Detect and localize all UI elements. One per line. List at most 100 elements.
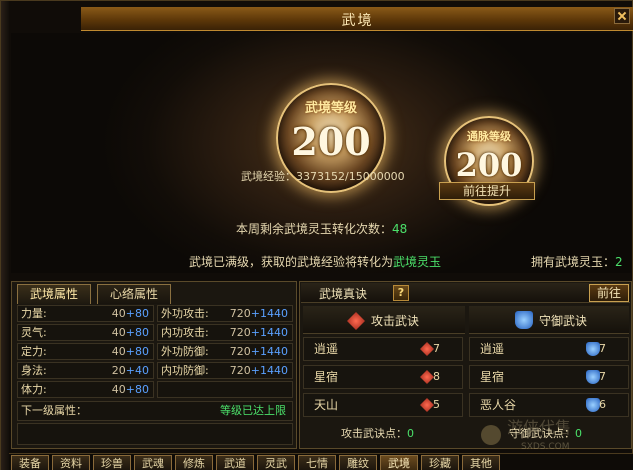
svg-text:SXDS.COM: SXDS.COM bbox=[521, 442, 570, 452]
skill-row-attack[interactable]: 逍遥 7 bbox=[303, 337, 463, 361]
bottom-tab[interactable]: 武道 bbox=[216, 455, 254, 470]
stat-value: 40+80 bbox=[111, 383, 149, 396]
weekly-convert-count: 48 bbox=[392, 222, 408, 236]
bottom-tab[interactable]: 珍藏 bbox=[421, 455, 459, 470]
attack-points-label: 攻击武诀点： bbox=[341, 427, 407, 440]
skill-level: 8 bbox=[433, 370, 440, 383]
stat-value: 720+1440 bbox=[229, 307, 288, 320]
next-level-row: 下一级属性： 等级已达上限 bbox=[17, 401, 293, 421]
stat-row: 外功攻击: 720+1440 bbox=[157, 305, 293, 322]
wujing-stage: 武境等级 200 通脉等级 200 武境经验：3373152/15000000 … bbox=[11, 33, 631, 273]
skill-name: 天山 bbox=[314, 398, 339, 412]
bottom-tab[interactable]: 资料 bbox=[52, 455, 90, 470]
game-window: ? 武境 ? 武境等级 200 通脉等级 200 武境经验：3373152/15… bbox=[0, 0, 633, 470]
meridian-value: 200 bbox=[455, 146, 523, 184]
bottom-tab[interactable]: 珍兽 bbox=[93, 455, 131, 470]
stat-row: 外功防御: 720+1440 bbox=[157, 343, 293, 360]
max-level-text: 武境已满级，获取的武境经验将转化为 bbox=[189, 255, 394, 269]
stat-label: 外功防御: bbox=[161, 345, 209, 358]
skill-level: 7 bbox=[599, 370, 606, 383]
tab-xinluo-attr[interactable]: 心络属性 bbox=[97, 284, 171, 304]
defense-skill-icon bbox=[586, 370, 600, 384]
goto-upgrade-button[interactable]: 前往提升 bbox=[439, 182, 535, 200]
stat-label: 力量: bbox=[21, 307, 47, 320]
stat-value: 40+80 bbox=[111, 307, 149, 320]
skill-level: 5 bbox=[433, 398, 440, 411]
stat-label: 内功攻击: bbox=[161, 326, 209, 339]
bottom-tab[interactable]: 七情 bbox=[298, 455, 336, 470]
bottom-tab[interactable]: 雕纹 bbox=[339, 455, 377, 470]
window-title: 武境 bbox=[341, 13, 374, 29]
exp-label: 武境经验： bbox=[241, 170, 296, 183]
defense-section-header: 守御武诀 bbox=[469, 306, 629, 334]
defense-skill-icon bbox=[586, 398, 600, 412]
skill-row-attack[interactable]: 星宿 8 bbox=[303, 365, 463, 389]
defense-skill-icon bbox=[586, 342, 600, 356]
bottom-tab[interactable]: 武境 bbox=[380, 455, 418, 470]
bottom-tab[interactable]: 武魂 bbox=[134, 455, 172, 470]
stat-label: 体力: bbox=[21, 383, 47, 396]
stat-row: 内功攻击: 720+1440 bbox=[157, 324, 293, 341]
stat-label: 灵气: bbox=[21, 326, 47, 339]
exp-text: 武境经验：3373152/15000000 bbox=[241, 168, 405, 184]
level-label: 武境等级 bbox=[304, 101, 357, 116]
max-level-line: 武境已满级，获取的武境经验将转化为武境灵玉 bbox=[189, 253, 441, 270]
skill-panel-header: 武境真诀 bbox=[301, 283, 630, 303]
skill-name: 星宿 bbox=[314, 370, 339, 384]
stat-value: 720+1440 bbox=[229, 326, 288, 339]
skill-row-defense[interactable]: 逍遥 7 bbox=[469, 337, 629, 361]
stat-label: 定力: bbox=[21, 345, 47, 358]
stat-row: 身法: 20+40 bbox=[17, 362, 154, 379]
close-button[interactable] bbox=[614, 8, 630, 24]
attack-skill-icon bbox=[420, 370, 434, 384]
weekly-convert-line: 本周剩余武境灵玉转化次数：48 bbox=[236, 220, 407, 237]
stat-label: 外功攻击: bbox=[161, 307, 209, 320]
meridian-label: 通脉等级 bbox=[467, 130, 511, 143]
attack-skill-icon bbox=[420, 342, 434, 356]
stat-label: 身法: bbox=[21, 364, 47, 377]
defense-emblem-icon bbox=[515, 311, 533, 329]
stat-value: 20+40 bbox=[111, 364, 149, 377]
attack-points-value: 0 bbox=[407, 427, 414, 440]
skill-level: 7 bbox=[599, 342, 606, 355]
skill-name: 逍遥 bbox=[480, 342, 505, 356]
bottom-tab[interactable]: 灵武 bbox=[257, 455, 295, 470]
attack-points: 攻击武诀点：0 bbox=[341, 425, 414, 441]
attack-skill-icon bbox=[420, 398, 434, 412]
title-bar[interactable]: 武境 bbox=[81, 7, 633, 31]
left-border bbox=[1, 1, 9, 470]
bottom-tab[interactable]: 其他 bbox=[462, 455, 500, 470]
skill-name: 逍遥 bbox=[314, 342, 339, 356]
stat-value: 40+80 bbox=[111, 345, 149, 358]
stat-value: 720+1440 bbox=[229, 345, 288, 358]
stat-row-empty bbox=[157, 381, 293, 398]
attack-emblem-icon bbox=[347, 312, 365, 330]
bottom-tab[interactable]: 装备 bbox=[11, 455, 49, 470]
next-level-label: 下一级属性： bbox=[21, 404, 87, 417]
bottom-tab-bar: 装备 资料 珍兽 武魂 修炼 武道 灵武 七情 雕纹 武境 珍藏 其他 bbox=[9, 453, 633, 470]
tab-wujing-attr[interactable]: 武境属性 bbox=[17, 284, 91, 304]
stat-row: 灵气: 40+80 bbox=[17, 324, 154, 341]
skill-name: 星宿 bbox=[480, 370, 505, 384]
watermark-logo: 游侠代售 SXDS.COM bbox=[481, 418, 571, 452]
stat-row: 内功防御: 720+1440 bbox=[157, 362, 293, 379]
skill-panel-title: 武境真诀 bbox=[319, 287, 368, 301]
stat-value: 720+1440 bbox=[229, 364, 288, 377]
stat-row: 力量: 40+80 bbox=[17, 305, 154, 322]
skill-row-defense[interactable]: 星宿 7 bbox=[469, 365, 629, 389]
stat-row: 体力: 40+80 bbox=[17, 381, 154, 398]
defense-section-title: 守御武诀 bbox=[539, 314, 588, 328]
weekly-convert-label: 本周剩余武境灵玉转化次数： bbox=[236, 222, 393, 236]
exp-value: 3373152/15000000 bbox=[296, 170, 405, 183]
skill-goto-button[interactable]: 前往 bbox=[589, 284, 629, 302]
skill-level: 7 bbox=[433, 342, 440, 355]
owned-label: 拥有武境灵玉： bbox=[531, 255, 616, 269]
skill-row-attack[interactable]: 天山 5 bbox=[303, 393, 463, 417]
lingyu-item-link[interactable]: 武境灵玉 bbox=[393, 255, 441, 269]
attack-section-header: 攻击武诀 bbox=[303, 306, 465, 334]
level-value: 200 bbox=[291, 119, 371, 164]
next-level-detail bbox=[17, 423, 293, 445]
bottom-tab[interactable]: 修炼 bbox=[175, 455, 213, 470]
next-level-value: 等级已达上限 bbox=[220, 404, 286, 417]
skill-help-button[interactable]: ? bbox=[393, 285, 409, 301]
